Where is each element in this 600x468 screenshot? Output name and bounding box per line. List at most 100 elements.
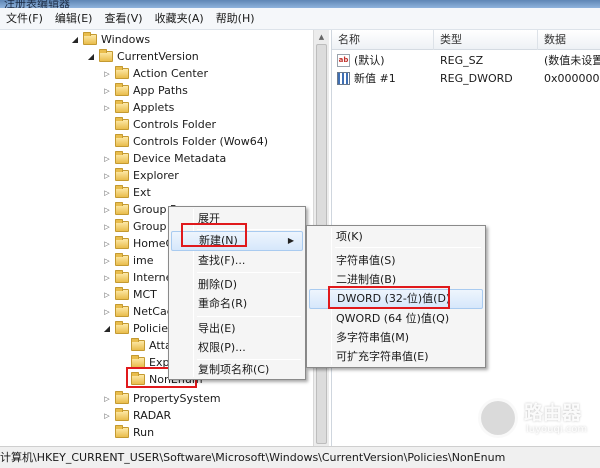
column-header-data[interactable]: 数据 [538, 30, 600, 50]
submenu-item-multi-string-value[interactable]: 多字符串值(M) [309, 328, 483, 348]
watermark: 路由器 luyouqi.com [478, 394, 594, 442]
value-data: (数值未设置 [544, 54, 600, 67]
string-value-icon: ab [337, 54, 350, 67]
folder-icon [115, 151, 129, 164]
status-bar: 计算机\HKEY_CURRENT_USER\Software\Microsoft… [0, 446, 600, 468]
tree-item-group-policy-2[interactable]: ▷ Group P [102, 218, 177, 235]
folder-icon [131, 355, 145, 368]
collapsed-arrow-icon[interactable]: ▷ [102, 155, 112, 163]
value-name: (默认) [354, 54, 385, 67]
tree-item-applets[interactable]: ▷ Applets [102, 99, 174, 116]
value-data: 0x0000000 [544, 72, 600, 85]
collapsed-arrow-icon[interactable]: ▷ [102, 223, 112, 231]
expanded-arrow-icon[interactable]: ◢ [86, 52, 96, 61]
submenu-arrow-icon: ▶ [287, 236, 294, 245]
folder-icon [115, 253, 129, 266]
menu-separator [197, 229, 301, 230]
tree-item-mct[interactable]: ▷ MCT [102, 286, 157, 303]
menu-item-delete[interactable]: 删除(D) [171, 275, 303, 295]
menu-item-find[interactable]: 查找(F)... [171, 251, 303, 271]
collapsed-arrow-icon[interactable]: ▷ [102, 189, 112, 197]
collapsed-arrow-icon[interactable]: ▷ [102, 291, 112, 299]
tree-item-controls-folder-wow64[interactable]: Controls Folder (Wow64) [102, 133, 268, 150]
tree-item-radar[interactable]: ▷ RADAR [102, 407, 171, 424]
collapsed-arrow-icon[interactable]: ▷ [102, 206, 112, 214]
collapsed-arrow-icon[interactable]: ▷ [102, 70, 112, 78]
menu-view[interactable]: 查看(V) [98, 8, 148, 30]
scroll-up-icon[interactable]: ▲ [315, 31, 328, 43]
expanded-arrow-icon[interactable]: ◢ [102, 324, 112, 333]
folder-icon [115, 321, 129, 334]
list-item-new-value[interactable]: 新值 #1 REG_DWORD 0x0000000 [332, 70, 600, 88]
collapsed-arrow-icon[interactable]: ▷ [102, 274, 112, 282]
expanded-arrow-icon[interactable]: ◢ [70, 35, 80, 44]
tree-item-windows[interactable]: ◢ Windows [70, 31, 150, 48]
tree-item-ime[interactable]: ▷ ime [102, 252, 154, 269]
folder-icon [115, 408, 129, 421]
folder-icon [115, 66, 129, 79]
collapsed-arrow-icon[interactable]: ▷ [102, 87, 112, 95]
tree-item-propertysystem[interactable]: ▷ PropertySystem [102, 390, 221, 407]
submenu-item-string-value[interactable]: 字符串值(S) [309, 251, 483, 271]
tree-item-action-center[interactable]: ▷ Action Center [102, 65, 208, 82]
collapsed-arrow-icon[interactable]: ▷ [102, 172, 112, 180]
list-item-default[interactable]: ab (默认) REG_SZ (数值未设置 [332, 52, 600, 70]
tree-item-currentversion[interactable]: ◢ CurrentVersion [86, 48, 199, 65]
submenu-item-key[interactable]: 项(K) [309, 227, 483, 247]
column-header-type[interactable]: 类型 [434, 30, 538, 50]
menu-bar: 文件(F) 编辑(E) 查看(V) 收藏夹(A) 帮助(H) [0, 8, 600, 30]
tree-item-group-policy-1[interactable]: ▷ Group P [102, 201, 177, 218]
collapsed-arrow-icon[interactable]: ▷ [102, 412, 112, 420]
menu-separator [197, 272, 301, 273]
menu-item-expand[interactable]: 展开 [171, 209, 303, 229]
tree-item-controls-folder[interactable]: Controls Folder [102, 116, 216, 133]
menu-file[interactable]: 文件(F) [0, 8, 49, 30]
folder-icon [115, 185, 129, 198]
collapsed-arrow-icon[interactable]: ▷ [102, 257, 112, 265]
folder-icon [115, 100, 129, 113]
tree-item-explorer[interactable]: ▷ Explorer [102, 167, 179, 184]
folder-icon [131, 338, 145, 351]
tree-item-ext[interactable]: ▷ Ext [102, 184, 151, 201]
collapsed-arrow-icon[interactable]: ▷ [102, 395, 112, 403]
tree-item-homegroup[interactable]: ▷ HomeG [102, 235, 174, 252]
menu-separator [197, 316, 301, 317]
menu-favorites[interactable]: 收藏夹(A) [149, 8, 210, 30]
folder-icon [115, 287, 129, 300]
folder-icon [83, 32, 97, 45]
value-type: REG_DWORD [440, 72, 513, 85]
folder-icon [115, 391, 129, 404]
submenu-item-binary-value[interactable]: 二进制值(B) [309, 270, 483, 290]
menu-item-copy-key-name[interactable]: 复制项名称(C) [171, 360, 303, 380]
folder-icon [131, 372, 145, 385]
submenu-item-dword-value[interactable]: DWORD (32-位)值(D) [309, 289, 483, 309]
tree-item-internet[interactable]: ▷ Internet [102, 269, 177, 286]
router-logo-icon [478, 398, 518, 438]
tree-item-run[interactable]: Run [102, 424, 154, 441]
context-menu: 展开 新建(N) ▶ 查找(F)... 删除(D) 重命名(R) 导出(E) 权… [168, 206, 306, 380]
list-header: 名称 类型 数据 [332, 30, 600, 50]
menu-item-new[interactable]: 新建(N) ▶ [171, 231, 303, 251]
menu-item-permissions[interactable]: 权限(P)... [171, 338, 303, 358]
submenu-item-expandable-string-value[interactable]: 可扩充字符串值(E) [309, 347, 483, 367]
value-type: REG_SZ [440, 54, 484, 67]
tree-item-app-paths[interactable]: ▷ App Paths [102, 82, 188, 99]
folder-icon [115, 134, 129, 147]
tree-item-device-metadata[interactable]: ▷ Device Metadata [102, 150, 226, 167]
folder-icon [115, 117, 129, 130]
tree-item-policies[interactable]: ◢ Policies [102, 320, 174, 337]
new-submenu: 项(K) 字符串值(S) 二进制值(B) DWORD (32-位)值(D) QW… [306, 225, 486, 368]
menu-help[interactable]: 帮助(H) [210, 8, 261, 30]
collapsed-arrow-icon[interactable]: ▷ [102, 104, 112, 112]
folder-icon [115, 202, 129, 215]
folder-icon [115, 219, 129, 232]
menu-item-export[interactable]: 导出(E) [171, 319, 303, 339]
collapsed-arrow-icon[interactable]: ▷ [102, 240, 112, 248]
watermark-url: luyouqi.com [526, 424, 588, 435]
submenu-item-qword-value[interactable]: QWORD (64 位)值(Q) [309, 309, 483, 329]
column-header-name[interactable]: 名称 [332, 30, 434, 50]
menu-item-rename[interactable]: 重命名(R) [171, 294, 303, 314]
collapsed-arrow-icon[interactable]: ▷ [102, 308, 112, 316]
menu-edit[interactable]: 编辑(E) [49, 8, 99, 30]
menu-separator [335, 247, 481, 248]
